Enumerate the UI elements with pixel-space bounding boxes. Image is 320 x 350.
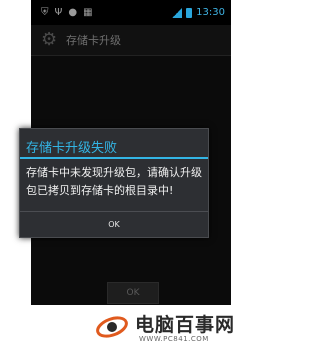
bottom-ok-button[interactable]: OK [107, 282, 159, 304]
usb-icon: Ψ [54, 7, 63, 18]
image-icon: ▦ [83, 7, 93, 18]
dialog-message: 存储卡中未发现升级包，请确认升级包已拷贝到存储卡的根目录中! [26, 166, 202, 197]
action-bar: ⚙ 存储卡升级 [31, 25, 231, 56]
shield-icon: ⛨ [41, 7, 49, 18]
dialog-title-divider [20, 157, 208, 159]
status-bar: ⛨ Ψ ● ▦ 13:30 [31, 5, 231, 25]
dialog-title: 存储卡升级失败 [26, 141, 118, 156]
status-icons-left: ⛨ Ψ ● ▦ [41, 7, 93, 19]
gear-icon[interactable]: ⚙ [41, 31, 59, 49]
android-icon: ● [68, 7, 78, 18]
battery-icon [186, 7, 193, 18]
error-dialog: 存储卡升级失败 存储卡中未发现升级包，请确认升级包已拷贝到存储卡的根目录中! O… [19, 128, 209, 238]
watermark-logo-icon [96, 316, 128, 338]
status-icons-right: 13:30 [172, 7, 225, 18]
signal-icon [172, 7, 183, 18]
watermark-text: 电脑百事网 [135, 314, 236, 336]
watermark-subtext: WWW.PC841.COM [139, 335, 209, 343]
status-time: 13:30 [196, 7, 225, 18]
dialog-ok-button[interactable]: OK [20, 212, 208, 237]
watermark: 电脑百事网 WWW.PC841.COM [95, 308, 255, 348]
action-bar-title: 存储卡升级 [66, 34, 121, 47]
